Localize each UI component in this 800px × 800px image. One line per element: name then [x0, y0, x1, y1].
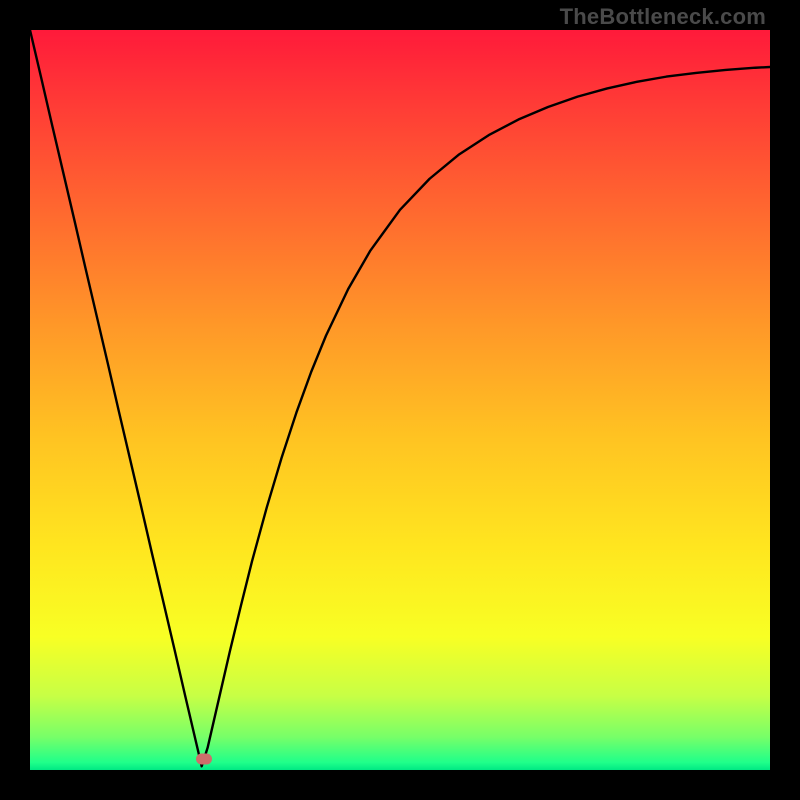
watermark-label: TheBottleneck.com — [560, 4, 766, 30]
chart-frame: TheBottleneck.com — [0, 0, 800, 800]
bottleneck-curve — [30, 30, 770, 770]
optimal-point-marker — [196, 753, 212, 764]
plot-area — [30, 30, 770, 770]
